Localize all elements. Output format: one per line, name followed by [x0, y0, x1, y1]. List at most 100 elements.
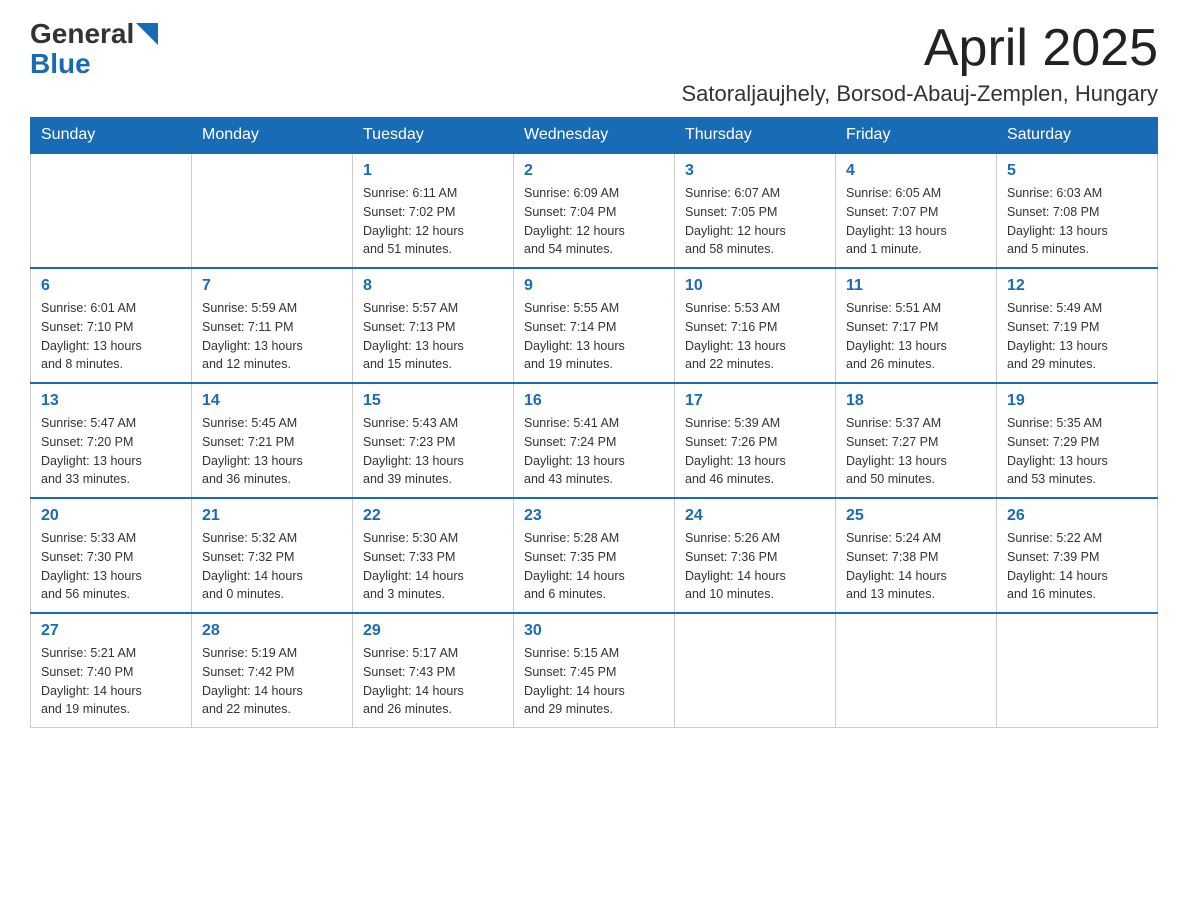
calendar-cell: 6 Sunrise: 6:01 AM Sunset: 7:10 PM Daylig…: [31, 268, 192, 383]
day-info: Sunrise: 5:49 AM Sunset: 7:19 PM Dayligh…: [1007, 299, 1147, 374]
day-info: Sunrise: 5:28 AM Sunset: 7:35 PM Dayligh…: [524, 529, 664, 604]
calendar-cell: 11Sunrise: 5:51 AM Sunset: 7:17 PM Dayli…: [836, 268, 997, 383]
header-wednesday: Wednesday: [514, 118, 675, 154]
day-info: Sunrise: 5:39 AM Sunset: 7:26 PM Dayligh…: [685, 414, 825, 489]
day-number: 7: [202, 277, 342, 295]
week-row-1: 1 Sunrise: 6:11 AM Sunset: 7:02 PM Daylig…: [31, 153, 1158, 268]
day-info: Sunrise: 5:33 AM Sunset: 7:30 PM Dayligh…: [41, 529, 181, 604]
day-number: 2: [524, 162, 664, 180]
day-info: Sunrise: 5:53 AM Sunset: 7:16 PM Dayligh…: [685, 299, 825, 374]
day-number: 23: [524, 507, 664, 525]
calendar-cell: 12Sunrise: 5:49 AM Sunset: 7:19 PM Dayli…: [997, 268, 1158, 383]
calendar-cell: 23 Sunrise: 5:28 AM Sunset: 7:35 PM Dayli…: [514, 498, 675, 613]
day-number: 1: [363, 162, 503, 180]
day-number: 20: [41, 507, 181, 525]
month-title: April 2025: [681, 20, 1158, 77]
calendar-cell: [31, 153, 192, 268]
day-number: 24: [685, 507, 825, 525]
day-number: 29: [363, 622, 503, 640]
day-number: 10: [685, 277, 825, 295]
header-friday: Friday: [836, 118, 997, 154]
day-number: 21: [202, 507, 342, 525]
day-info: Sunrise: 6:01 AM Sunset: 7:10 PM Dayligh…: [41, 299, 181, 374]
day-info: Sunrise: 5:17 AM Sunset: 7:43 PM Dayligh…: [363, 644, 503, 719]
day-number: 25: [846, 507, 986, 525]
calendar-cell: 28 Sunrise: 5:19 AM Sunset: 7:42 PM Dayli…: [192, 613, 353, 728]
calendar-cell: 5Sunrise: 6:03 AM Sunset: 7:08 PM Daylig…: [997, 153, 1158, 268]
day-number: 11: [846, 277, 986, 295]
calendar-cell: 10 Sunrise: 5:53 AM Sunset: 7:16 PM Dayli…: [675, 268, 836, 383]
calendar-cell: 20 Sunrise: 5:33 AM Sunset: 7:30 PM Dayli…: [31, 498, 192, 613]
calendar-cell: 7 Sunrise: 5:59 AM Sunset: 7:11 PM Daylig…: [192, 268, 353, 383]
logo-triangle-icon: [136, 23, 158, 45]
day-number: 27: [41, 622, 181, 640]
day-info: Sunrise: 5:32 AM Sunset: 7:32 PM Dayligh…: [202, 529, 342, 604]
day-info: Sunrise: 5:47 AM Sunset: 7:20 PM Dayligh…: [41, 414, 181, 489]
calendar-cell: 9Sunrise: 5:55 AM Sunset: 7:14 PM Daylig…: [514, 268, 675, 383]
calendar-cell: 13 Sunrise: 5:47 AM Sunset: 7:20 PM Dayli…: [31, 383, 192, 498]
week-row-2: 6 Sunrise: 6:01 AM Sunset: 7:10 PM Daylig…: [31, 268, 1158, 383]
day-info: Sunrise: 5:43 AM Sunset: 7:23 PM Dayligh…: [363, 414, 503, 489]
calendar-cell: [192, 153, 353, 268]
calendar-cell: 3 Sunrise: 6:07 AM Sunset: 7:05 PM Daylig…: [675, 153, 836, 268]
week-row-3: 13 Sunrise: 5:47 AM Sunset: 7:20 PM Dayli…: [31, 383, 1158, 498]
day-number: 15: [363, 392, 503, 410]
day-info: Sunrise: 5:22 AM Sunset: 7:39 PM Dayligh…: [1007, 529, 1147, 604]
calendar-cell: 29 Sunrise: 5:17 AM Sunset: 7:43 PM Dayli…: [353, 613, 514, 728]
calendar-cell: 21 Sunrise: 5:32 AM Sunset: 7:32 PM Dayli…: [192, 498, 353, 613]
header-tuesday: Tuesday: [353, 118, 514, 154]
day-number: 5: [1007, 162, 1147, 180]
day-number: 16: [524, 392, 664, 410]
day-number: 17: [685, 392, 825, 410]
calendar-cell: 17 Sunrise: 5:39 AM Sunset: 7:26 PM Dayli…: [675, 383, 836, 498]
logo-blue: Blue: [30, 48, 91, 80]
day-info: Sunrise: 6:09 AM Sunset: 7:04 PM Dayligh…: [524, 184, 664, 259]
header-saturday: Saturday: [997, 118, 1158, 154]
day-info: Sunrise: 5:35 AM Sunset: 7:29 PM Dayligh…: [1007, 414, 1147, 489]
calendar-cell: 30Sunrise: 5:15 AM Sunset: 7:45 PM Dayli…: [514, 613, 675, 728]
header-thursday: Thursday: [675, 118, 836, 154]
header-sunday: Sunday: [31, 118, 192, 154]
header-monday: Monday: [192, 118, 353, 154]
day-info: Sunrise: 5:59 AM Sunset: 7:11 PM Dayligh…: [202, 299, 342, 374]
calendar-cell: 14 Sunrise: 5:45 AM Sunset: 7:21 PM Dayli…: [192, 383, 353, 498]
day-number: 30: [524, 622, 664, 640]
day-number: 13: [41, 392, 181, 410]
calendar-cell: 18Sunrise: 5:37 AM Sunset: 7:27 PM Dayli…: [836, 383, 997, 498]
calendar-cell: [836, 613, 997, 728]
day-info: Sunrise: 6:11 AM Sunset: 7:02 PM Dayligh…: [363, 184, 503, 259]
calendar-cell: [997, 613, 1158, 728]
day-info: Sunrise: 5:26 AM Sunset: 7:36 PM Dayligh…: [685, 529, 825, 604]
calendar-cell: 25 Sunrise: 5:24 AM Sunset: 7:38 PM Dayli…: [836, 498, 997, 613]
day-number: 3: [685, 162, 825, 180]
day-number: 14: [202, 392, 342, 410]
logo-general: General: [30, 20, 134, 48]
calendar-cell: 27 Sunrise: 5:21 AM Sunset: 7:40 PM Dayli…: [31, 613, 192, 728]
day-number: 26: [1007, 507, 1147, 525]
day-info: Sunrise: 5:41 AM Sunset: 7:24 PM Dayligh…: [524, 414, 664, 489]
calendar-header-row: SundayMondayTuesdayWednesdayThursdayFrid…: [31, 118, 1158, 154]
day-info: Sunrise: 5:57 AM Sunset: 7:13 PM Dayligh…: [363, 299, 503, 374]
calendar-cell: 8Sunrise: 5:57 AM Sunset: 7:13 PM Daylig…: [353, 268, 514, 383]
day-info: Sunrise: 5:30 AM Sunset: 7:33 PM Dayligh…: [363, 529, 503, 604]
calendar-cell: 19Sunrise: 5:35 AM Sunset: 7:29 PM Dayli…: [997, 383, 1158, 498]
day-info: Sunrise: 5:21 AM Sunset: 7:40 PM Dayligh…: [41, 644, 181, 719]
week-row-5: 27 Sunrise: 5:21 AM Sunset: 7:40 PM Dayli…: [31, 613, 1158, 728]
location-title: Satoraljaujhely, Borsod-Abauj-Zemplen, H…: [681, 81, 1158, 107]
calendar-cell: [675, 613, 836, 728]
calendar-cell: 4Sunrise: 6:05 AM Sunset: 7:07 PM Daylig…: [836, 153, 997, 268]
calendar-cell: 16 Sunrise: 5:41 AM Sunset: 7:24 PM Dayli…: [514, 383, 675, 498]
day-number: 28: [202, 622, 342, 640]
logo: General Blue: [30, 20, 158, 80]
week-row-4: 20 Sunrise: 5:33 AM Sunset: 7:30 PM Dayli…: [31, 498, 1158, 613]
day-info: Sunrise: 5:45 AM Sunset: 7:21 PM Dayligh…: [202, 414, 342, 489]
day-info: Sunrise: 5:24 AM Sunset: 7:38 PM Dayligh…: [846, 529, 986, 604]
day-info: Sunrise: 6:07 AM Sunset: 7:05 PM Dayligh…: [685, 184, 825, 259]
day-number: 22: [363, 507, 503, 525]
day-info: Sunrise: 5:55 AM Sunset: 7:14 PM Dayligh…: [524, 299, 664, 374]
day-info: Sunrise: 5:19 AM Sunset: 7:42 PM Dayligh…: [202, 644, 342, 719]
calendar-cell: 22 Sunrise: 5:30 AM Sunset: 7:33 PM Dayli…: [353, 498, 514, 613]
calendar-cell: 24 Sunrise: 5:26 AM Sunset: 7:36 PM Dayli…: [675, 498, 836, 613]
title-area: April 2025 Satoraljaujhely, Borsod-Abauj…: [681, 20, 1158, 107]
day-number: 6: [41, 277, 181, 295]
